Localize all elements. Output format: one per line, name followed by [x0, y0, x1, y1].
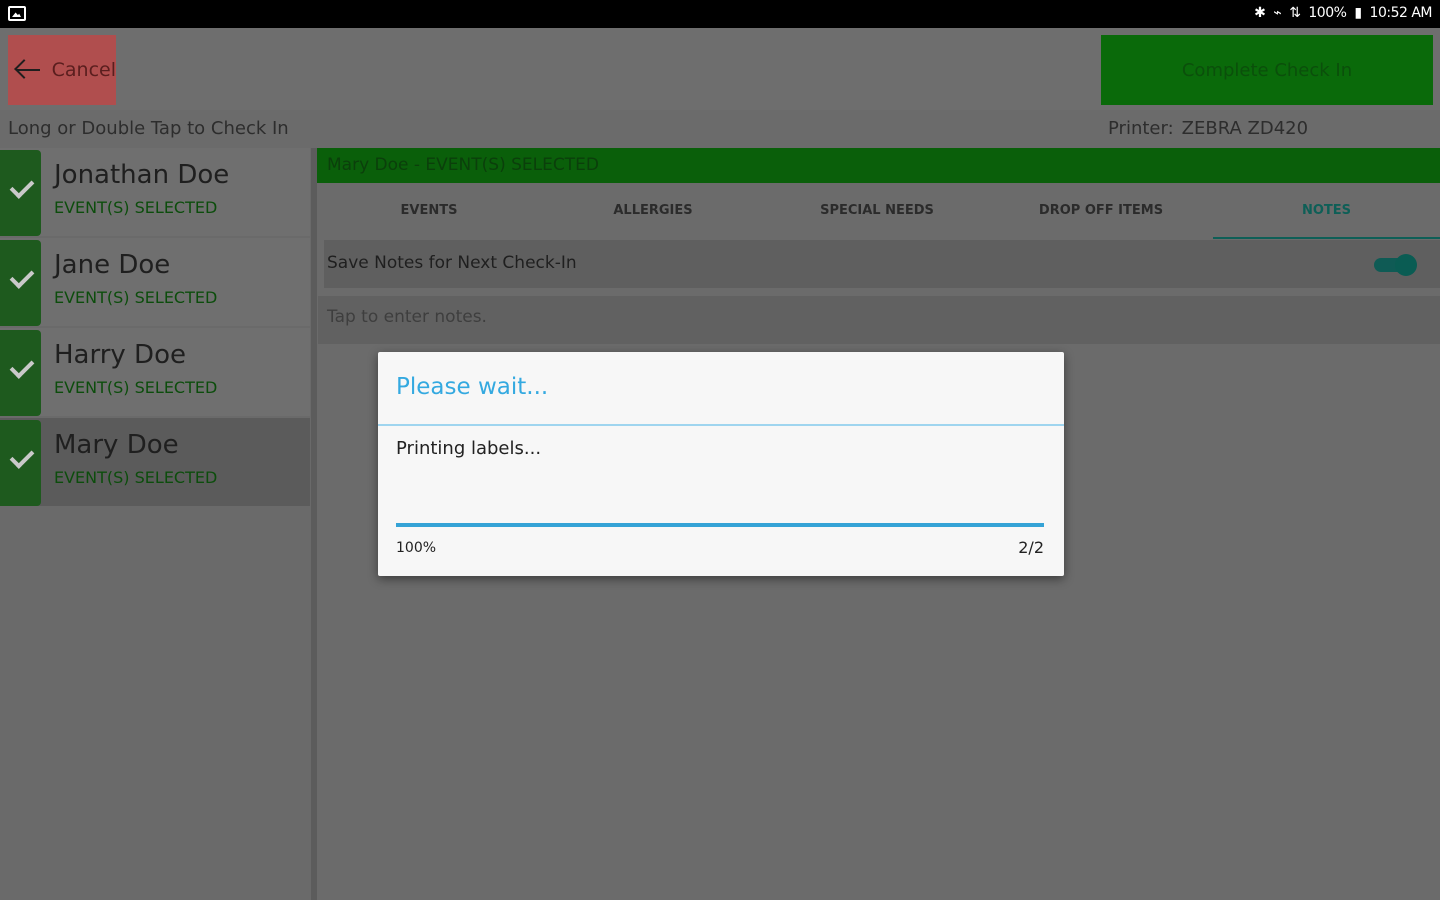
- person-list: Jonathan Doe EVENT(S) SELECTED Jane Doe …: [0, 148, 312, 900]
- progress-percent: 100%: [396, 540, 437, 556]
- save-notes-label: Save Notes for Next Check-In: [327, 253, 577, 273]
- tab-notes[interactable]: NOTES: [1213, 183, 1440, 239]
- complete-check-in-label: Complete Check In: [1181, 59, 1353, 81]
- gallery-icon: [8, 6, 26, 21]
- please-wait-dialog: Please wait... Printing labels... 100% 2…: [378, 352, 1064, 576]
- person-status: EVENT(S) SELECTED: [54, 288, 218, 307]
- back-arrow-icon: [14, 58, 42, 82]
- mute-icon: ⌁: [1273, 5, 1282, 21]
- person-status: EVENT(S) SELECTED: [54, 378, 218, 397]
- list-divider: [311, 148, 317, 900]
- printer-value: ZEBRA ZD420: [1181, 118, 1309, 139]
- person-name: Mary Doe: [54, 430, 179, 460]
- tab-drop-off-items[interactable]: DROP OFF ITEMS: [989, 183, 1213, 239]
- person-item-jonathan[interactable]: Jonathan Doe EVENT(S) SELECTED: [0, 148, 310, 236]
- check-icon[interactable]: [0, 330, 41, 416]
- progress-bar-fill: [396, 523, 1044, 527]
- check-icon[interactable]: [0, 240, 41, 326]
- person-status: EVENT(S) SELECTED: [54, 198, 218, 217]
- cancel-button[interactable]: Cancel: [8, 35, 116, 105]
- tab-events[interactable]: EVENTS: [317, 183, 541, 239]
- check-icon[interactable]: [0, 420, 41, 506]
- instructions-text: Long or Double Tap to Check In: [8, 118, 289, 139]
- tab-special-needs[interactable]: SPECIAL NEEDS: [765, 183, 989, 239]
- person-item-mary[interactable]: Mary Doe EVENT(S) SELECTED: [0, 418, 310, 506]
- cancel-label: Cancel: [51, 59, 116, 81]
- bluetooth-icon: ✱: [1254, 5, 1266, 21]
- printer-label: Printer:: [1108, 118, 1174, 139]
- battery-icon: ▮: [1354, 5, 1362, 21]
- person-name: Jonathan Doe: [54, 160, 230, 190]
- person-status: EVENT(S) SELECTED: [54, 468, 218, 487]
- dialog-title: Please wait...: [396, 374, 549, 400]
- toggle-thumb: [1395, 254, 1417, 276]
- notes-input[interactable]: Tap to enter notes.: [327, 307, 1027, 327]
- clock: 10:52 AM: [1369, 5, 1433, 21]
- progress-bar: [396, 523, 1044, 527]
- dialog-message: Printing labels...: [396, 438, 542, 459]
- status-bar: ✱ ⌁ ⇅ 100% ▮ 10:52 AM: [0, 0, 1440, 28]
- progress-count: 2/2: [1018, 538, 1044, 557]
- dialog-divider: [378, 424, 1064, 426]
- person-name: Jane Doe: [54, 250, 171, 280]
- check-icon[interactable]: [0, 150, 41, 236]
- battery-percent: 100%: [1308, 5, 1347, 21]
- save-notes-toggle[interactable]: [1374, 254, 1417, 276]
- signal-icon: ⇅: [1289, 5, 1301, 21]
- printer-info: Printer: ZEBRA ZD420: [1108, 118, 1308, 139]
- person-item-jane[interactable]: Jane Doe EVENT(S) SELECTED: [0, 238, 310, 326]
- tab-allergies[interactable]: ALLERGIES: [541, 183, 765, 239]
- detail-tabs: EVENTS ALLERGIES SPECIAL NEEDS DROP OFF …: [317, 183, 1440, 239]
- selected-person-header: Mary Doe - EVENT(S) SELECTED: [317, 148, 1440, 183]
- complete-check-in-button[interactable]: Complete Check In: [1101, 35, 1433, 105]
- person-name: Harry Doe: [54, 340, 186, 370]
- status-indicators: ✱ ⌁ ⇅ 100% ▮ 10:52 AM: [1250, 5, 1432, 21]
- person-item-harry[interactable]: Harry Doe EVENT(S) SELECTED: [0, 328, 310, 416]
